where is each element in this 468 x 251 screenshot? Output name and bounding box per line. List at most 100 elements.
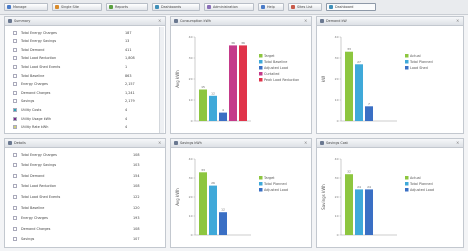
legend-label: Total Baseline (263, 60, 287, 64)
list-item[interactable]: Savings (13, 98, 34, 105)
y-tick-label: 0 (191, 233, 193, 237)
list-item-value: 1,808 (125, 56, 135, 61)
bar (199, 89, 207, 121)
list-item-label: Demand Charges (21, 226, 51, 231)
list-item-value: 103 (133, 163, 140, 168)
list-item-label: Total Energy Charges (21, 152, 57, 157)
list-item-value: 120 (133, 205, 140, 210)
dashboard-icon (155, 5, 159, 9)
toolbar-help-button[interactable]: Help (258, 3, 284, 11)
list-item[interactable]: Energy Charges (13, 215, 48, 222)
list-item-label: Savings (21, 237, 35, 242)
toolbar-administration-button[interactable]: Administration (204, 3, 254, 11)
legend-swatch (405, 60, 409, 64)
chart-panel-2: Demand kW × kW 0 10 20 30 40 33 27 7 Actual Total … (316, 16, 464, 134)
list-item[interactable]: Savings (13, 236, 34, 243)
color-swatch (13, 47, 17, 52)
toolbar-sites-list-button[interactable]: Sites List (288, 3, 322, 11)
y-tick-label: 0 (191, 119, 193, 123)
panel-icon (8, 19, 12, 23)
list-item[interactable]: Utility Rate kWh (13, 124, 48, 131)
list-item[interactable]: Energy Charges (13, 81, 48, 88)
list-item[interactable]: Demand Charges (13, 225, 50, 232)
list-item[interactable]: Utility Usage kWh (13, 115, 51, 122)
list-item[interactable]: Total Load Reduction (13, 183, 56, 190)
chart-panel-3: Savings kWh × Avg kWh 0 10 20 30 40 33 26 12 Targ… (170, 138, 312, 248)
legend-swatch (259, 78, 263, 82)
chart-panel-2-title: Demand kW (326, 19, 347, 23)
legend-swatch (405, 54, 409, 58)
toolbar-single-site-button[interactable]: Single Site (52, 3, 102, 11)
toolbar-reports-button[interactable]: Reports (106, 3, 148, 11)
legend-label: Actual (410, 176, 421, 180)
admin-icon (207, 5, 211, 9)
list-item[interactable]: Total Load Reduction (13, 55, 56, 62)
legend-swatch (405, 182, 409, 186)
main-toolbar: Manage Single Site Reports Dashboards Ad… (0, 0, 468, 15)
toolbar-dashboard-tab-label: Dashboard (335, 5, 354, 9)
legend-swatch (259, 54, 263, 58)
list-item[interactable]: Total Baseline (13, 204, 44, 211)
details-panel-title: Details (14, 141, 26, 145)
color-swatch (13, 237, 17, 242)
close-icon[interactable]: × (456, 141, 460, 145)
toolbar-manage-button[interactable]: Manage (4, 3, 48, 11)
dashboard-tab-icon (329, 5, 333, 9)
toolbar-dashboards-button[interactable]: Dashboards (152, 3, 200, 11)
list-item-value: 863 (125, 73, 132, 78)
list-item[interactable]: Total Load Shed Events (13, 193, 60, 200)
legend-label: Total Planned (263, 182, 287, 186)
list-item-label: Savings (21, 99, 35, 104)
y-tick-label: 40 (335, 157, 339, 161)
y-tick-label: 20 (335, 195, 339, 199)
y-axis-label: Savings kWh (321, 184, 326, 210)
list-item[interactable]: Utility Costs (13, 106, 41, 113)
toolbar-single-site-label: Single Site (61, 5, 80, 9)
color-swatch (13, 64, 17, 69)
close-icon[interactable]: × (456, 19, 460, 23)
list-item[interactable]: Total Demand (13, 46, 44, 53)
close-icon[interactable]: × (304, 19, 308, 23)
bar-value-label: 26 (211, 181, 215, 185)
list-item[interactable]: Total Energy Charges (13, 29, 57, 36)
toolbar-sites-list-label: Sites List (297, 5, 313, 9)
list-item-label: Energy Charges (21, 82, 48, 87)
list-item[interactable]: Total Energy Savings (13, 38, 56, 45)
bar-value-label: 4 (222, 108, 224, 112)
list-item[interactable]: Total Baseline (13, 72, 44, 79)
list-item-value: 4 (125, 116, 128, 121)
list-item-label: Total Baseline (21, 73, 45, 78)
legend-swatch (259, 66, 263, 70)
list-item-label: Total Load Shed Events (21, 194, 61, 199)
list-item[interactable]: Total Demand (13, 172, 44, 179)
list-item[interactable]: Demand Charges (13, 89, 50, 96)
close-icon[interactable]: × (158, 19, 162, 23)
legend-swatch (259, 60, 263, 64)
summary-scrollbar[interactable] (159, 27, 164, 133)
bar-value-label: 24 (357, 185, 361, 189)
chart-4-svg: Savings kWh 0 10 20 30 40 32 24 24 Actual Total Pl… (321, 157, 434, 237)
bar-value-label: 36 (241, 41, 245, 45)
y-tick-label: 30 (189, 176, 193, 180)
toolbar-dashboard-tab[interactable]: Dashboard (326, 3, 376, 11)
chart-panel-4-header: Savings Cost (317, 139, 463, 148)
list-item[interactable]: Total Load Shed Events (13, 63, 60, 70)
list-item[interactable]: Total Energy Savings (13, 162, 56, 169)
site-icon (55, 5, 59, 9)
bar (219, 212, 227, 235)
summary-panel-header: Summary (5, 17, 165, 26)
bar (209, 185, 217, 235)
legend-label: Peak Load Reduction (264, 78, 299, 82)
close-icon[interactable]: × (158, 141, 162, 145)
chart-panel-1-header: Consumption kWh (171, 17, 311, 26)
close-icon[interactable]: × (304, 141, 308, 145)
legend-label: Actual (410, 54, 421, 58)
list-item-value: 187 (125, 30, 132, 35)
y-tick-label: 30 (189, 56, 193, 60)
list-item[interactable]: Total Energy Charges (13, 151, 57, 158)
y-tick-label: 20 (189, 195, 193, 199)
chart-icon (320, 19, 324, 23)
list-item-value: 4 (125, 107, 128, 112)
legend-swatch (259, 176, 263, 180)
list-item-label: Total Demand (21, 47, 45, 52)
